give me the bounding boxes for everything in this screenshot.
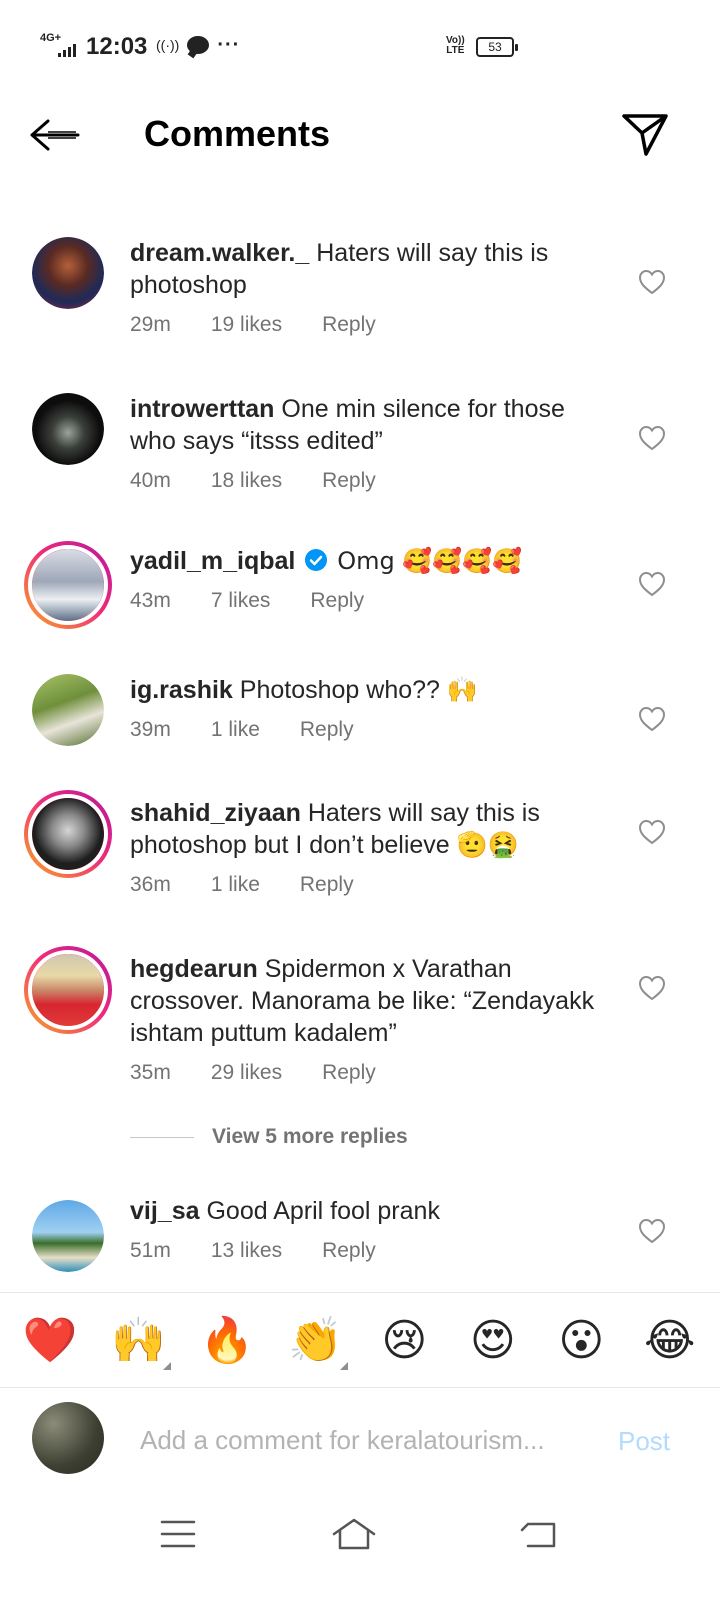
reply-button[interactable]: Reply [322,1239,376,1263]
status-bar: 4G+ 12:03 ((·)) ··· Vo)) LTE 53 [0,0,720,90]
battery-icon: 53 [476,37,518,57]
avatar-story-ring[interactable] [24,946,112,1034]
reaction-raising-hands[interactable]: 🙌 [107,1308,171,1372]
comment-time: 35m [130,1061,171,1084]
reaction-heart[interactable]: ❤️ [18,1308,82,1372]
comment-text: shahid_ziyaan Haters will say this is ph… [130,797,610,861]
battery-level: 53 [488,40,502,54]
heart-outline-icon[interactable] [638,1218,666,1244]
current-user-avatar [32,1402,104,1474]
comment-username[interactable]: yadil_m_iqbal [130,547,295,575]
signal-icon [58,44,76,57]
avatar[interactable] [32,237,104,309]
comment-input[interactable] [140,1418,580,1462]
post-button[interactable]: Post [618,1426,670,1457]
comment-likes[interactable]: 7 likes [211,589,271,613]
page-title: Comments [144,113,331,154]
comment-text: ig.rashik Photoshop who?? 🙌 [130,674,610,706]
raising-hands-icon: 🙌 [111,1315,167,1366]
comment-likes[interactable]: 13 likes [211,1239,282,1263]
volte-icon: Vo)) LTE [446,35,465,56]
clapping-hands-icon: 👏 [288,1315,344,1366]
verified-badge-icon [305,549,328,571]
paper-plane-icon [622,114,668,156]
message-icon [187,36,210,54]
skin-tone-indicator [162,1362,171,1370]
comment-username[interactable]: dream.walker._ [130,239,309,267]
heart-outline-icon[interactable] [638,269,666,295]
avatar[interactable] [32,393,104,465]
comment-text: vij_sa Good April fool prank [130,1195,610,1227]
heart-outline-icon[interactable] [638,706,666,732]
reply-button[interactable]: Reply [300,873,354,897]
comment-text: dream.walker._ Haters will say this is p… [130,237,610,301]
system-nav-bar [0,1490,720,1600]
comment-likes[interactable]: 18 likes [211,469,282,493]
quick-reaction-bar: ❤️ 🙌 🔥 👏 😢 😍 😮 😂 [0,1292,720,1388]
view-more-replies-label: View 5 more replies [212,1125,408,1148]
reply-button[interactable]: Reply [310,589,364,613]
back-button[interactable] [28,115,84,155]
comment-username[interactable]: vij_sa [130,1197,200,1225]
comment-time: 36m [130,873,171,896]
back-icon[interactable] [516,1512,564,1556]
notification-icons: ((·)) ··· [156,34,241,56]
avatar[interactable] [32,1200,104,1272]
header: Comments [0,95,720,175]
comment-username[interactable]: introwerttan [130,395,274,423]
reaction-fire[interactable]: 🔥 [195,1308,259,1372]
reply-button[interactable]: Reply [322,313,376,337]
reply-button[interactable]: Reply [322,469,376,493]
arrow-left-icon [30,119,80,151]
comment-body: Photoshop who?? 🙌 [239,676,479,704]
reaction-crying[interactable]: 😢 [372,1308,436,1372]
heart-outline-icon[interactable] [638,975,666,1001]
view-more-replies-button[interactable]: View 5 more replies [130,1125,408,1149]
reaction-clapping[interactable]: 👏 [284,1308,348,1372]
heart-outline-icon[interactable] [638,571,666,597]
avatar-story-ring[interactable] [24,790,112,878]
reaction-laughing[interactable]: 😂 [638,1308,702,1372]
comment-likes[interactable]: 1 like [211,718,260,742]
avatar[interactable] [32,674,104,746]
comment-composer: Post [0,1390,720,1490]
reply-button[interactable]: Reply [300,718,354,742]
reply-button[interactable]: Reply [322,1061,376,1085]
comment-body: Good April fool prank [206,1197,440,1225]
avatar-story-ring[interactable] [24,541,112,629]
comment-body: Omg 🥰🥰🥰🥰 [337,547,522,575]
comment-username[interactable]: hegdearun [130,955,258,983]
home-icon[interactable] [330,1512,378,1556]
skin-tone-indicator [339,1362,348,1370]
comment-text: introwerttan One min silence for those w… [130,393,610,457]
reaction-surprised[interactable]: 😮 [549,1308,613,1372]
comment-text: hegdearun Spidermon x Varathan crossover… [130,953,610,1049]
comment-username[interactable]: shahid_ziyaan [130,799,301,827]
comment-likes[interactable]: 19 likes [211,313,282,337]
more-notifications-icon: ··· [217,34,241,56]
comment-time: 43m [130,589,171,612]
comment-likes[interactable]: 1 like [211,873,260,897]
comment-time: 40m [130,469,171,492]
comment-time: 51m [130,1239,171,1262]
menu-icon[interactable] [154,1512,202,1556]
comment-text: yadil_m_iqbal Omg 🥰🥰🥰🥰 [130,545,610,577]
comment-time: 29m [130,313,171,336]
clock: 12:03 [86,33,148,60]
replies-divider [130,1136,194,1138]
network-type: 4G+ [40,32,62,44]
hotspot-icon: ((·)) [156,37,180,53]
comment-time: 39m [130,718,171,741]
comment-likes[interactable]: 29 likes [211,1061,282,1085]
reaction-heart-eyes[interactable]: 😍 [461,1308,525,1372]
heart-outline-icon[interactable] [638,819,666,845]
heart-outline-icon[interactable] [638,425,666,451]
comment-username[interactable]: ig.rashik [130,676,233,704]
share-button[interactable] [620,109,670,159]
